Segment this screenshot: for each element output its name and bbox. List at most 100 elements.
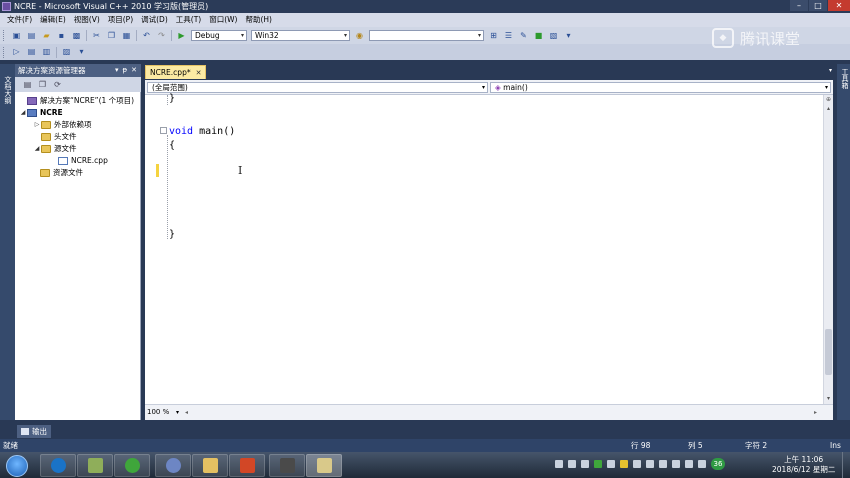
start-debugging-icon[interactable]: ▶ — [176, 30, 187, 41]
window-title: NCRE - Microsoft Visual C++ 2010 学习版(管理员… — [14, 2, 209, 11]
tree-item-solution[interactable]: 解决方案“NCRE”(1 个项目) — [19, 95, 134, 107]
close-button[interactable]: ✕ — [828, 0, 850, 11]
taskbar-app-media[interactable] — [269, 454, 305, 477]
toolbox-icon[interactable]: ✎ — [518, 30, 529, 41]
volume-icon[interactable] — [698, 460, 706, 468]
network-icon[interactable] — [685, 460, 693, 468]
chevron-down-icon[interactable]: ▾ — [176, 408, 179, 417]
new-project-icon[interactable]: ▣ — [11, 30, 22, 41]
show-all-files-icon[interactable]: ❐ — [37, 79, 48, 90]
properties-icon[interactable]: ▤ — [22, 79, 33, 90]
save-icon[interactable]: ▪ — [56, 30, 67, 41]
scroll-down-icon[interactable]: ▾ — [824, 395, 833, 403]
taskbar-app-visual-studio[interactable] — [306, 454, 342, 477]
menu-file[interactable]: 文件(F) — [3, 14, 36, 26]
build-icon[interactable]: ▤ — [26, 47, 37, 58]
tray-app-icon[interactable] — [568, 460, 576, 468]
build-solution-icon[interactable]: ▥ — [41, 47, 52, 58]
toolbox-tab[interactable]: 工具箱 — [839, 68, 849, 89]
tree-item-ncre-cpp[interactable]: NCRE.cpp — [50, 155, 108, 167]
menu-edit[interactable]: 编辑(E) — [36, 14, 70, 26]
vertical-scrollbar[interactable]: ⊕ ▴ ▾ — [823, 95, 833, 404]
toolbar-grip[interactable] — [3, 46, 6, 58]
tray-keyboard-icon[interactable] — [555, 460, 563, 468]
copy-icon[interactable]: ❐ — [106, 30, 117, 41]
menu-help[interactable]: 帮助(H) — [241, 14, 276, 26]
tray-app-icon[interactable] — [607, 460, 615, 468]
menu-project[interactable]: 项目(P) — [104, 14, 137, 26]
start-button[interactable] — [6, 455, 28, 477]
scrollbar-thumb[interactable] — [825, 329, 832, 375]
configuration-select[interactable]: Debug ▾ — [191, 30, 247, 41]
output-tab[interactable]: 输出 — [17, 425, 51, 438]
start-without-debugging-icon[interactable]: ▷ — [11, 47, 22, 58]
toolbar-options-icon[interactable]: ▾ — [563, 30, 574, 41]
document-outline-tab[interactable]: 文档大纲 — [2, 76, 12, 104]
toolbar-grip[interactable] — [3, 30, 6, 41]
cut-icon[interactable]: ✂ — [91, 30, 102, 41]
taskbar-app-powerpoint[interactable] — [229, 454, 265, 477]
zoom-level[interactable]: 100 % — [147, 408, 169, 417]
tree-item-resource-files[interactable]: 资源文件 — [40, 167, 83, 179]
tree-item-project[interactable]: ◢ NCRE — [19, 107, 63, 119]
tray-app-icon[interactable] — [594, 460, 602, 468]
collapse-region-icon[interactable] — [160, 127, 167, 134]
code-editor[interactable]: } void main() { } I — [145, 93, 823, 404]
scope-select[interactable]: (全局范围) ▾ — [147, 82, 488, 93]
tray-app-icon[interactable] — [581, 460, 589, 468]
refresh-icon[interactable]: ⟳ — [52, 79, 63, 90]
comment-icon[interactable]: ▨ — [61, 47, 72, 58]
bluetooth-icon[interactable] — [672, 460, 680, 468]
minimize-button[interactable]: – — [790, 0, 808, 11]
find-combo[interactable]: ▾ — [369, 30, 484, 41]
taskbar-app-avatar[interactable] — [155, 454, 191, 477]
pin-icon[interactable]: ᵽ — [120, 64, 129, 76]
scroll-left-icon[interactable]: ◂ — [185, 408, 188, 417]
expand-triangle-icon[interactable]: ▷ — [33, 120, 41, 130]
tab-ncre-cpp[interactable]: NCRE.cpp* ✕ — [145, 65, 207, 79]
toolbar-options-icon[interactable]: ▾ — [76, 47, 87, 58]
scroll-up-icon[interactable]: ▴ — [824, 105, 833, 113]
menu-window[interactable]: 窗口(W) — [205, 14, 241, 26]
properties-icon[interactable]: ☰ — [503, 30, 514, 41]
undo-icon[interactable]: ↶ — [141, 30, 152, 41]
show-desktop-button[interactable] — [842, 452, 850, 478]
scroll-right-icon[interactable]: ▸ — [814, 408, 817, 417]
extension-manager-icon[interactable]: ▧ — [548, 30, 559, 41]
collapse-triangle-icon[interactable]: ◢ — [33, 144, 41, 154]
tray-badge[interactable]: 36 — [711, 458, 725, 470]
split-handle-icon[interactable]: ⊕ — [824, 96, 833, 104]
collapse-triangle-icon[interactable]: ◢ — [19, 108, 27, 118]
tree-item-source-files[interactable]: ◢ 源文件 — [33, 143, 77, 155]
redo-icon[interactable]: ↷ — [156, 30, 167, 41]
tab-close-icon[interactable]: ✕ — [196, 68, 202, 78]
open-file-icon[interactable]: ▰ — [41, 30, 52, 41]
paste-icon[interactable]: ▦ — [121, 30, 132, 41]
tree-item-label: NCRE.cpp — [71, 156, 108, 165]
tab-dropdown-icon[interactable]: ▾ — [829, 67, 832, 75]
start-page-icon[interactable]: ■ — [533, 30, 544, 41]
taskbar-clock[interactable]: 上午 11:06 2018/6/12 星期二 — [772, 455, 835, 475]
tray-app-icon[interactable] — [646, 460, 654, 468]
taskbar-app-explorer[interactable] — [192, 454, 228, 477]
menu-debug[interactable]: 调试(D) — [137, 14, 172, 26]
platform-select[interactable]: Win32 ▾ — [251, 30, 350, 41]
pane-menu-icon[interactable]: ▾ — [113, 64, 121, 76]
tree-item-header-files[interactable]: 头文件 — [33, 131, 77, 143]
tray-app-icon[interactable] — [620, 460, 628, 468]
pane-close-icon[interactable]: ✕ — [129, 64, 139, 76]
add-item-icon[interactable]: ▤ — [26, 30, 37, 41]
taskbar-app-folder[interactable] — [77, 454, 113, 477]
menu-view[interactable]: 视图(V) — [70, 14, 104, 26]
menu-tools[interactable]: 工具(T) — [172, 14, 205, 26]
tray-app-icon[interactable] — [659, 460, 667, 468]
taskbar-app-browser[interactable] — [114, 454, 150, 477]
maximize-button[interactable]: □ — [809, 0, 827, 11]
member-select[interactable]: ◈ main() ▾ — [490, 82, 831, 93]
find-in-files-icon[interactable]: ◉ — [354, 30, 365, 41]
solution-explorer-icon[interactable]: ⊞ — [488, 30, 499, 41]
tray-app-icon[interactable] — [633, 460, 641, 468]
tree-item-external-deps[interactable]: ▷ 外部依赖项 — [33, 119, 92, 131]
taskbar-app-k[interactable] — [40, 454, 76, 477]
save-all-icon[interactable]: ▩ — [71, 30, 82, 41]
